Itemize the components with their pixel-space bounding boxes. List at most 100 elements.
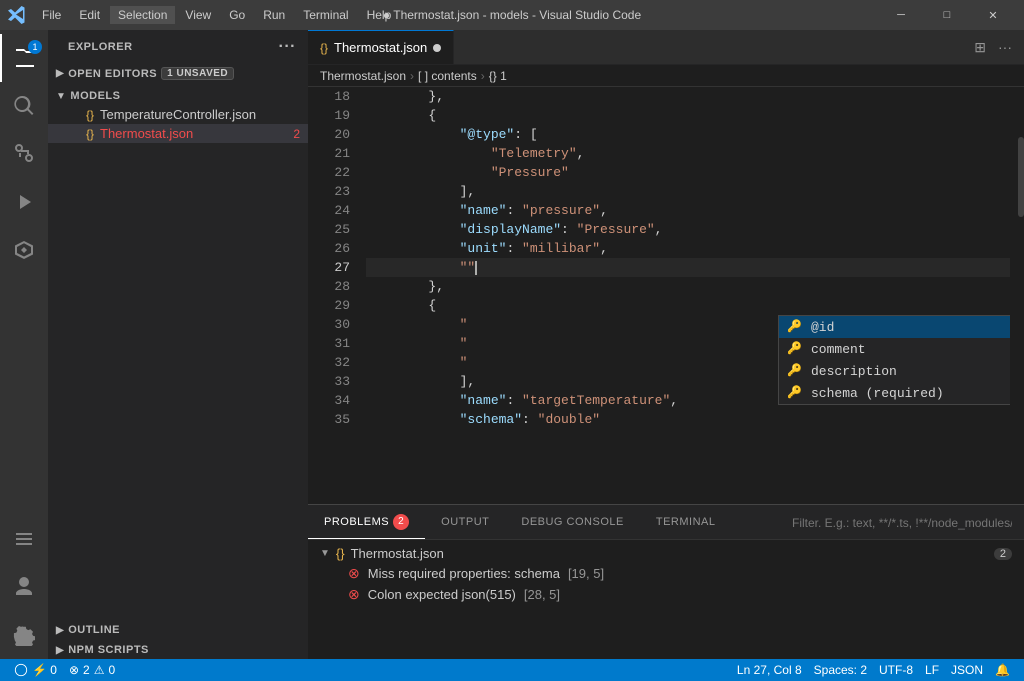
open-editors-label[interactable]: ▶ Open Editors 1 UNSAVED xyxy=(56,67,234,80)
code-line-26: "unit": "millibar", xyxy=(366,239,1010,258)
problem-filename: Thermostat.json xyxy=(351,546,444,561)
sidebar-file-thermostat[interactable]: {} Thermostat.json 2 xyxy=(48,124,308,143)
code-line-35: "schema": "double" xyxy=(366,410,1010,429)
code-line-23: ], xyxy=(366,182,1010,201)
open-editors-section: ▶ Open Editors 1 UNSAVED xyxy=(48,64,308,83)
sidebar-file-temperature-controller[interactable]: {} TemperatureController.json xyxy=(48,105,308,124)
autocomplete-item-0[interactable]: 🔑 @id xyxy=(779,316,1010,338)
editor-scrollbar[interactable] xyxy=(1010,87,1024,504)
breadcrumb-contents[interactable]: [ ] contents xyxy=(418,69,477,83)
problem-file-chevron: ▼ xyxy=(320,548,330,559)
extensions-activity-icon xyxy=(12,238,36,262)
autocomplete-item-3[interactable]: 🔑 schema (required) xyxy=(779,382,1010,404)
window-title: ● Thermostat.json - models - Visual Stud… xyxy=(383,8,641,22)
activity-explorer[interactable]: 1 xyxy=(0,34,48,82)
status-remote[interactable]: ⚡ 0 xyxy=(8,659,63,681)
status-errors[interactable]: ⊗ 2 ⚠ 0 xyxy=(63,659,121,681)
panel-tab-debug-console[interactable]: DEBUG CONSOLE xyxy=(505,505,639,539)
run-activity-icon xyxy=(12,190,36,214)
models-chevron: ▼ xyxy=(56,91,66,102)
problem-file-header[interactable]: ▼ {} Thermostat.json 2 xyxy=(308,544,1024,563)
code-line-27: "" xyxy=(366,258,1010,277)
settings-activity-icon xyxy=(13,624,35,646)
warning-status-count: 0 xyxy=(108,663,115,677)
sidebar-menu-button[interactable]: ··· xyxy=(279,38,296,56)
breadcrumb-1[interactable]: {} 1 xyxy=(489,69,507,83)
editor-area: {} Thermostat.json ⊞ ··· Thermostat.json… xyxy=(308,30,1024,659)
activity-remote[interactable] xyxy=(0,515,48,563)
outline-header[interactable]: ▶ Outline xyxy=(48,621,308,639)
activity-settings[interactable] xyxy=(0,611,48,659)
menu-run[interactable]: Run xyxy=(255,6,293,24)
autocomplete-text-1: comment xyxy=(811,340,866,359)
status-language[interactable]: JSON xyxy=(945,663,989,677)
open-editors-chevron: ▶ xyxy=(56,68,64,79)
npm-chevron: ▶ xyxy=(56,645,64,656)
menu-view[interactable]: View xyxy=(177,6,219,24)
error-status-icon: ⊗ xyxy=(69,663,79,677)
models-header[interactable]: ▼ Models xyxy=(48,87,308,105)
code-editor[interactable]: 18 19 20 21 22 23 24 25 26 27 28 29 30 3… xyxy=(308,87,1024,504)
menu-selection[interactable]: Selection xyxy=(110,6,175,24)
menu-file[interactable]: File xyxy=(34,6,69,24)
problem-item-1[interactable]: ⊗ Colon expected json(515) [28, 5] xyxy=(308,584,1024,605)
status-line-ending[interactable]: LF xyxy=(919,663,945,677)
code-line-21: "Telemetry", xyxy=(366,144,1010,163)
status-encoding[interactable]: UTF-8 xyxy=(873,663,919,677)
outline-section: ▶ Outline xyxy=(48,621,308,639)
panel-filter-input[interactable] xyxy=(792,516,1012,530)
split-editor-button[interactable]: ⊞ xyxy=(970,37,990,58)
explorer-title: Explorer xyxy=(68,41,133,53)
panel-tab-problems[interactable]: PROBLEMS 2 xyxy=(308,505,425,539)
minimize-button[interactable]: ─ xyxy=(878,0,924,30)
thermostat-filename: Thermostat.json xyxy=(100,126,193,141)
autocomplete-item-1[interactable]: 🔑 comment xyxy=(779,338,1010,360)
thermostat-error-count: 2 xyxy=(293,127,300,141)
status-le-label: LF xyxy=(925,663,939,677)
npm-header[interactable]: ▶ NPM Scripts xyxy=(48,641,308,659)
code-line-28: }, xyxy=(366,277,1010,296)
menu-go[interactable]: Go xyxy=(221,6,253,24)
menu-terminal[interactable]: Terminal xyxy=(295,6,356,24)
activity-bar: 1 xyxy=(0,30,48,659)
status-position[interactable]: Ln 27, Col 8 xyxy=(731,663,808,677)
tab-json-icon: {} xyxy=(320,41,328,55)
autocomplete-dropdown: 🔑 @id 🔑 comment 🔑 description 🔑 schema (… xyxy=(778,315,1010,405)
problem-item-0[interactable]: ⊗ Miss required properties: schema [19, … xyxy=(308,563,1024,584)
outline-title: Outline xyxy=(68,624,120,636)
activity-run[interactable] xyxy=(0,178,48,226)
autocomplete-text-0: @id xyxy=(811,318,834,337)
problem-text-1: Colon expected json(515) xyxy=(368,587,516,602)
key-icon-1: 🔑 xyxy=(787,340,803,359)
breadcrumb-file[interactable]: Thermostat.json xyxy=(320,69,406,83)
json-icon-temperature: {} xyxy=(86,108,94,122)
autocomplete-item-2[interactable]: 🔑 description xyxy=(779,360,1010,382)
tab-actions: ⊞ ··· xyxy=(962,30,1024,64)
activity-source-control[interactable] xyxy=(0,130,48,178)
code-content[interactable]: }, { "@type": [ "Telemetry", "Pressure" … xyxy=(358,87,1010,504)
more-actions-button[interactable]: ··· xyxy=(994,37,1016,57)
activity-accounts[interactable] xyxy=(0,563,48,611)
activity-search[interactable] xyxy=(0,82,48,130)
status-notifications-bell[interactable]: 🔔 xyxy=(989,663,1016,677)
tab-unsaved-dot xyxy=(433,44,441,52)
scrollbar-thumb[interactable] xyxy=(1018,137,1024,217)
panel-filter[interactable] xyxy=(792,515,1024,530)
close-button[interactable]: ✕ xyxy=(970,0,1016,30)
status-spaces[interactable]: Spaces: 2 xyxy=(808,663,873,677)
key-icon-3: 🔑 xyxy=(787,384,803,403)
output-label: OUTPUT xyxy=(441,516,489,528)
open-editors-header[interactable]: ▶ Open Editors 1 UNSAVED xyxy=(48,64,308,83)
panel-tab-terminal[interactable]: TERMINAL xyxy=(640,505,732,539)
breadcrumb-sep-2: › xyxy=(481,69,485,83)
maximize-button[interactable]: □ xyxy=(924,0,970,30)
activity-extensions[interactable] xyxy=(0,226,48,274)
tab-filename: Thermostat.json xyxy=(334,40,427,55)
error-status-count: 2 xyxy=(83,663,90,677)
panel-tab-output[interactable]: OUTPUT xyxy=(425,505,505,539)
models-title: Models xyxy=(70,90,120,102)
sidebar: Explorer ··· ▶ Open Editors 1 UNSAVED ▼ … xyxy=(48,30,308,659)
menu-edit[interactable]: Edit xyxy=(71,6,108,24)
temperature-controller-filename: TemperatureController.json xyxy=(100,107,256,122)
editor-tab-thermostat[interactable]: {} Thermostat.json xyxy=(308,30,454,64)
